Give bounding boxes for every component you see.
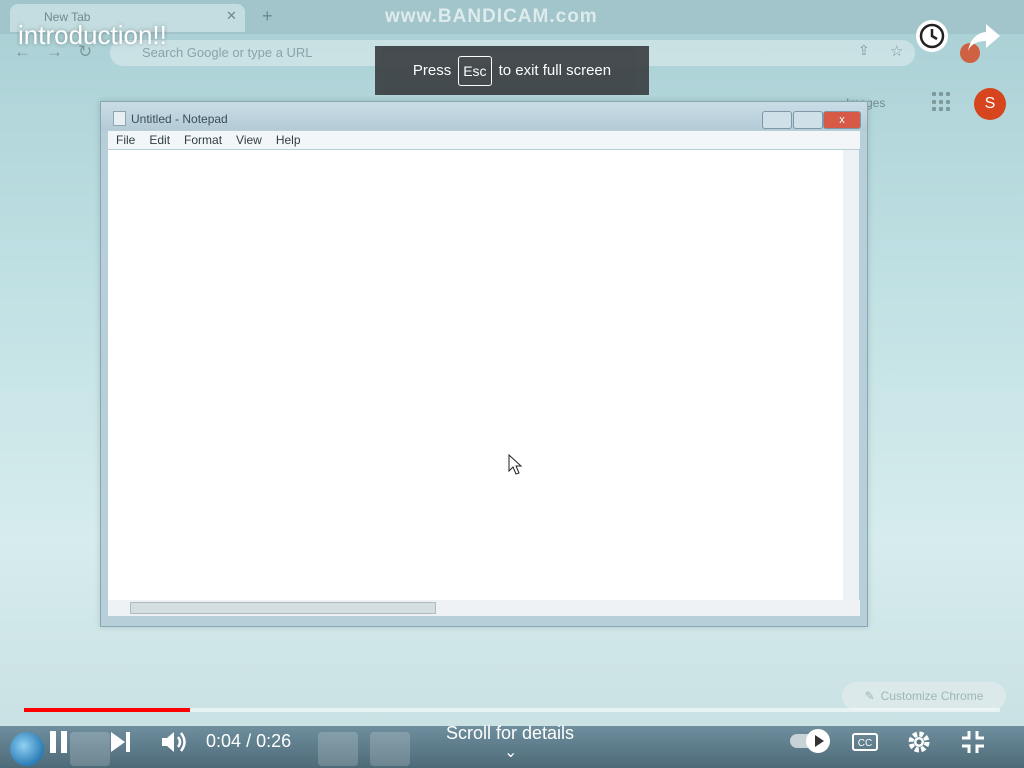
settings-button[interactable] [906,729,932,760]
customize-chrome-button: ✎ Customize Chrome [842,682,1006,710]
share-button[interactable] [966,20,1002,54]
pencil-icon: ✎ [864,689,875,703]
taskbar-notepad-icon [370,732,410,766]
avatar: S [974,88,1006,120]
share-page-icon: ⇪ [858,42,870,58]
volume-icon [162,732,186,752]
progress-played [24,708,190,712]
windows-start-icon [10,732,44,766]
menu-file: File [116,133,136,147]
exit-fullscreen-icon [962,731,984,753]
apps-grid-icon [932,92,952,112]
new-tab-icon: + [262,6,273,26]
menu-help: Help [275,133,301,147]
mute-button[interactable] [160,729,188,760]
notepad-window: Untitled - Notepad x File Edit Format Vi… [100,101,868,627]
video-title: introduction!! [18,20,167,50]
notepad-title: Untitled - Notepad [131,112,228,126]
toast-message: to exit full screen [498,62,612,79]
scrollbar-thumb [130,602,436,614]
time-display: 0:04 / 0:26 [206,731,291,752]
maximize-button [793,111,823,129]
scroll-for-details[interactable]: Scroll for details [446,723,574,744]
notepad-app-icon [113,111,126,126]
autoplay-play-icon [806,729,830,753]
time-total: 0:26 [256,731,292,751]
fullscreen-toast: Press Esc to exit full screen [375,46,649,95]
watch-later-button[interactable] [916,20,948,52]
pause-button[interactable] [48,729,70,760]
clock-icon [919,23,945,49]
taskbar-chrome-icon [318,732,358,766]
esc-key-badge: Esc [458,55,492,86]
tab-close-icon: ✕ [226,8,237,23]
horizontal-scrollbar [108,600,860,616]
vertical-scrollbar [843,150,859,600]
time-current: 0:04 [206,731,242,751]
next-button[interactable] [108,729,132,760]
exit-fullscreen-button[interactable] [960,729,986,760]
minimize-button [762,111,792,129]
recording-watermark: www.BANDICAM.com [385,6,598,27]
menu-format: Format [184,133,223,147]
mouse-pointer-icon [508,454,523,475]
close-button: x [823,111,861,129]
notepad-menubar: File Edit Format View Help [108,131,860,149]
time-separator: / [246,731,252,751]
skip-next-icon [111,732,130,752]
toast-press: Press [412,62,452,79]
gear-icon [908,731,930,753]
chevron-down-icon: ⌄ [504,744,518,761]
share-arrow-icon [968,24,1000,51]
bookmark-star-icon: ☆ [890,43,904,60]
customize-label: Customize Chrome [880,689,984,703]
notepad-text-area [108,150,853,600]
taskbar-explorer-icon [70,732,110,766]
captions-button[interactable]: CC [852,733,878,751]
pause-icon [50,731,67,753]
progress-bar[interactable] [24,708,1000,712]
omnibox-placeholder: Search Google or type a URL [142,45,313,60]
menu-edit: Edit [149,133,171,147]
menu-view: View [236,133,262,147]
